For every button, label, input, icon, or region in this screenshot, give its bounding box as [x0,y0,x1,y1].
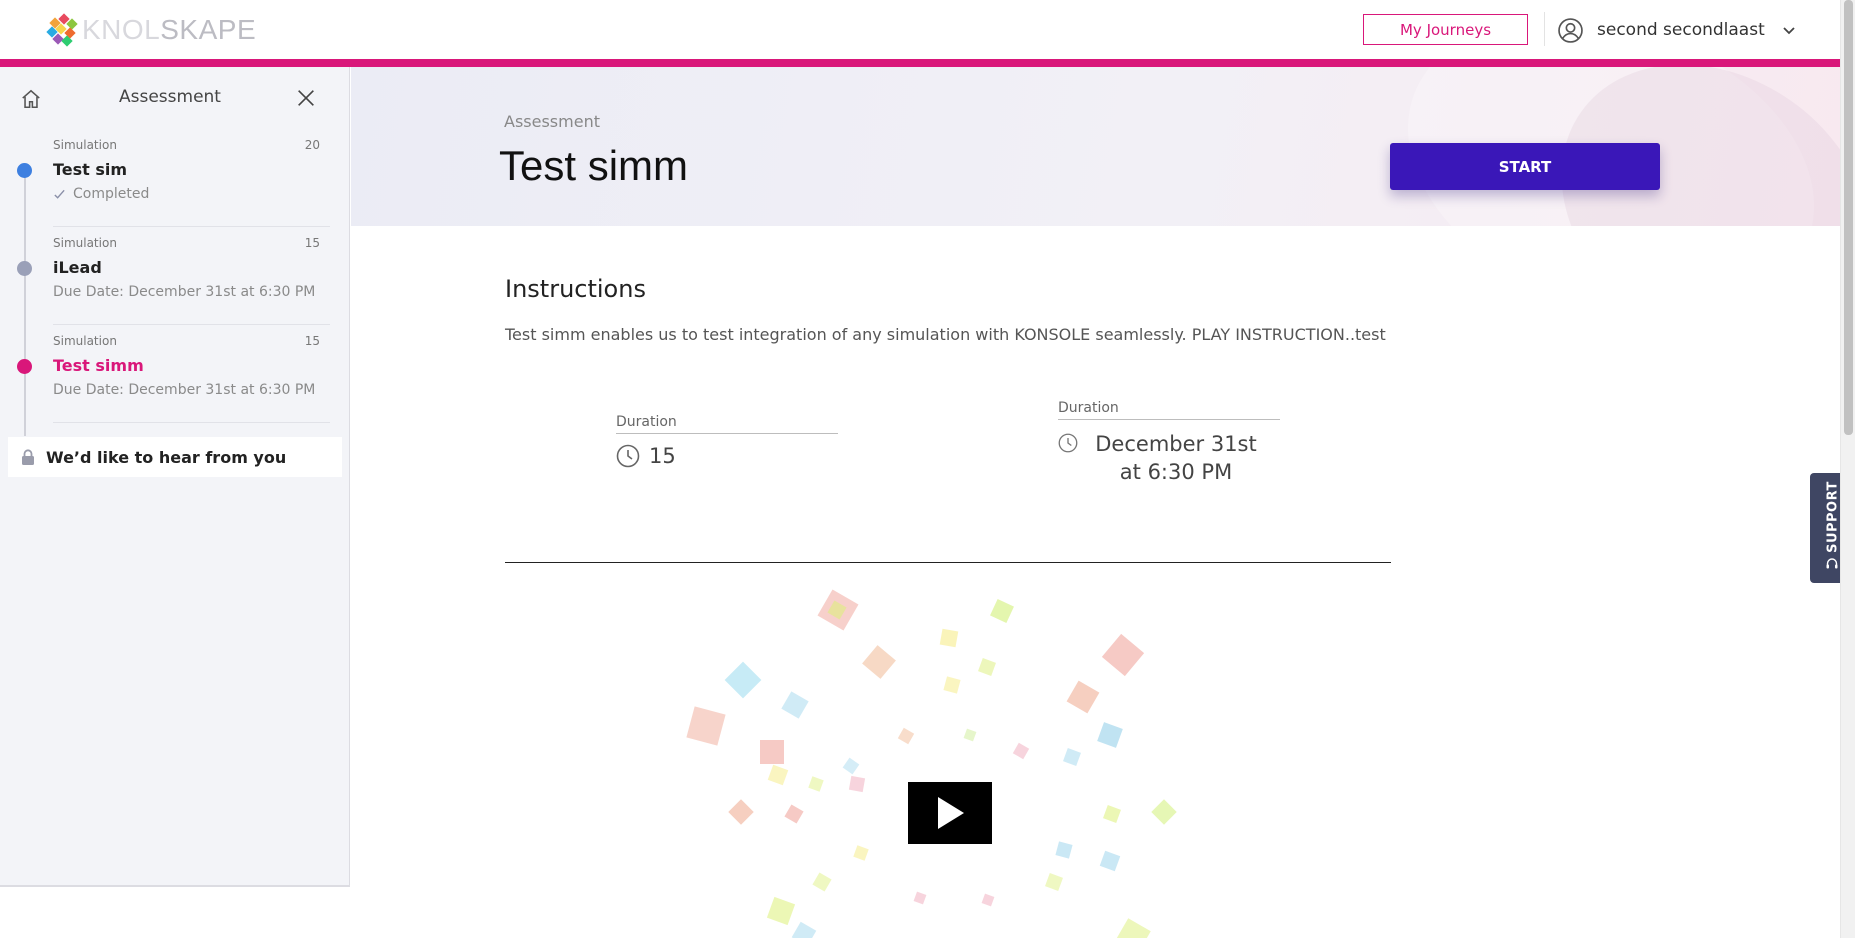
breadcrumb: Assessment [504,112,600,131]
logo-mark-icon [46,13,78,47]
status-dot-completed [17,163,32,178]
due-date-info: Duration December 31st at 6:30 PM [1058,400,1280,486]
divider [616,433,838,434]
item-score: 15 [304,334,320,348]
header-divider [1544,12,1545,46]
scrollbar-thumb[interactable] [1844,0,1853,435]
play-icon [938,797,964,829]
item-score: 15 [304,236,320,250]
item-name: iLead [53,258,102,277]
sidebar-item-ilead[interactable]: Simulation 15 iLead Due Date: December 3… [0,227,330,325]
item-meta: Due Date: December 31st at 6:30 PM [53,382,316,398]
item-type: Simulation [53,334,117,348]
divider [53,422,330,423]
clock-icon [1058,433,1078,453]
clock-icon [616,444,640,468]
sidebar-item-test-simm[interactable]: Simulation 15 Test simm Due Date: Decemb… [0,325,330,423]
section-divider [505,562,1391,563]
logo-text: KNOLSKAPE [82,14,257,45]
sidebar-item-test-sim[interactable]: Simulation 20 Test sim Completed [0,129,330,227]
user-name: second secondlaast [1597,20,1765,40]
page-scrollbar[interactable] [1840,0,1855,938]
instructions-heading: Instructions [505,275,646,303]
divider [1058,419,1280,420]
feedback-label: We’d like to hear from you [46,447,287,467]
item-meta: Due Date: December 31st at 6:30 PM [53,284,316,300]
due-date-value: December 31st at 6:30 PM [1095,432,1257,484]
support-headset-icon [1826,558,1838,569]
check-icon [54,189,65,199]
item-type: Simulation [53,236,117,250]
duration-value: 15 [649,444,676,468]
due-date-label: Duration [1058,400,1119,416]
item-name: Test sim [53,160,128,179]
knolskape-logo[interactable]: KNOLSKAPE [46,13,257,47]
lock-icon [22,449,34,465]
support-label: SUPPORT [1825,481,1840,553]
status-dot-pending [17,261,32,276]
duration-info: Duration 15 [616,414,838,468]
sidebar: Assessment Simulation 20 Test sim Comple… [0,67,350,938]
user-avatar-icon [1558,17,1583,43]
item-score: 20 [304,138,320,152]
play-button[interactable] [908,782,992,844]
feedback-item[interactable]: We’d like to hear from you [8,437,342,477]
sidebar-title: Assessment [119,87,221,107]
sidebar-header: Assessment [0,67,350,129]
instructions-text: Test simm enables us to test integration… [505,325,1386,344]
duration-label: Duration [616,414,677,430]
item-meta: Completed [73,186,150,202]
close-icon[interactable] [295,87,317,109]
chevron-down-icon[interactable] [1781,22,1797,38]
user-menu[interactable]: second secondlaast [1558,16,1797,44]
start-button[interactable]: START [1390,143,1660,190]
status-dot-active [17,359,32,374]
top-bar: KNOLSKAPE My Journeys second secondlaast [0,0,1855,67]
my-journeys-button[interactable]: My Journeys [1363,14,1528,45]
completed-status: Completed [53,186,149,202]
item-type: Simulation [53,138,117,152]
item-name: Test simm [53,356,144,375]
header-accent-bar [0,59,1840,67]
sidebar-footer [0,885,350,938]
hero-banner: Assessment Test simm START [351,67,1840,226]
instruction-video[interactable] [505,575,1391,938]
page-title: Test simm [499,142,688,189]
